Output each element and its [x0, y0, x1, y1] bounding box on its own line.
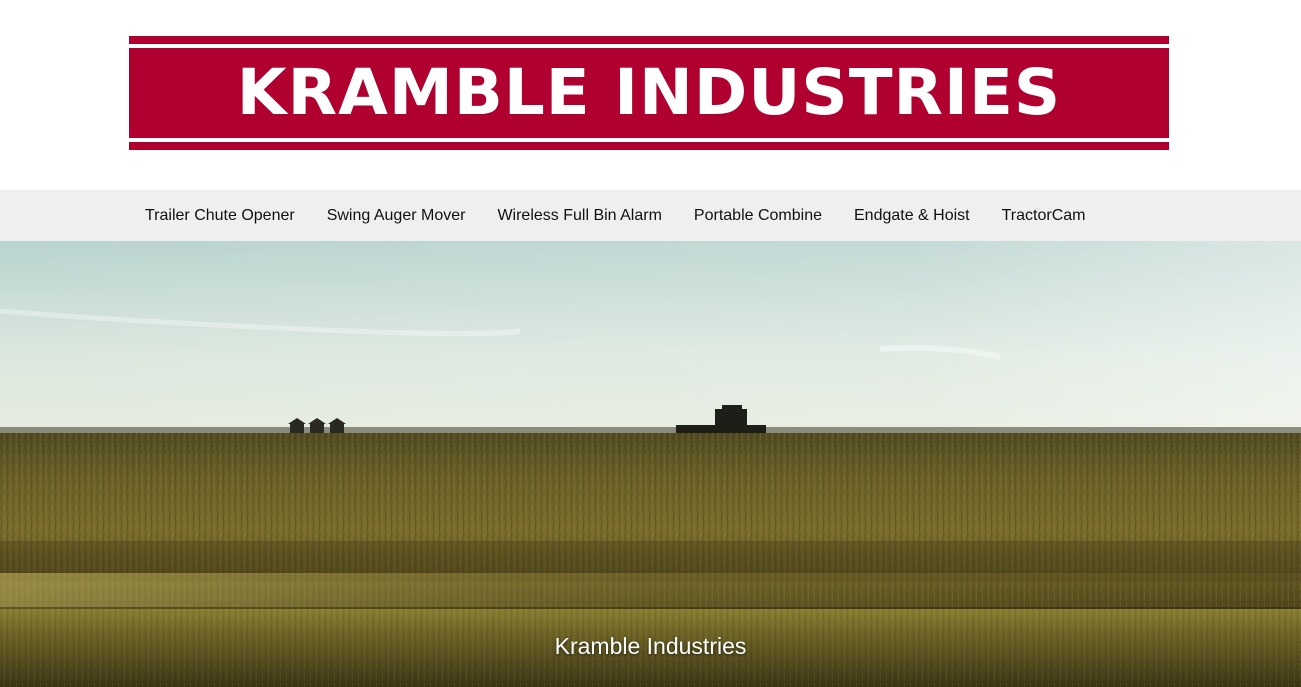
- logo-text: KRAMBLE INDUSTRIES: [236, 56, 1062, 129]
- hero-caption: Kramble Industries: [554, 633, 747, 659]
- nav-item-portable-combine[interactable]: Portable Combine: [678, 207, 838, 225]
- nav-item-endgate-hoist[interactable]: Endgate & Hoist: [838, 207, 986, 225]
- hero-banner: Kramble Industries: [0, 241, 1301, 687]
- nav-item-tractorcam[interactable]: TractorCam: [986, 207, 1102, 225]
- nav-item-wireless-full-bin-alarm[interactable]: Wireless Full Bin Alarm: [481, 207, 677, 225]
- logo-stripe-bottom: [129, 138, 1169, 142]
- site-logo[interactable]: KRAMBLE INDUSTRIES: [129, 36, 1169, 150]
- nav-item-trailer-chute-opener[interactable]: Trailer Chute Opener: [129, 207, 311, 225]
- nav-item-swing-auger-mover[interactable]: Swing Auger Mover: [311, 207, 482, 225]
- hero-field-image: [0, 241, 1301, 687]
- page: KRAMBLE INDUSTRIES Trailer Chute Opener …: [0, 0, 1301, 687]
- main-navigation: Trailer Chute Opener Swing Auger Mover W…: [0, 190, 1301, 241]
